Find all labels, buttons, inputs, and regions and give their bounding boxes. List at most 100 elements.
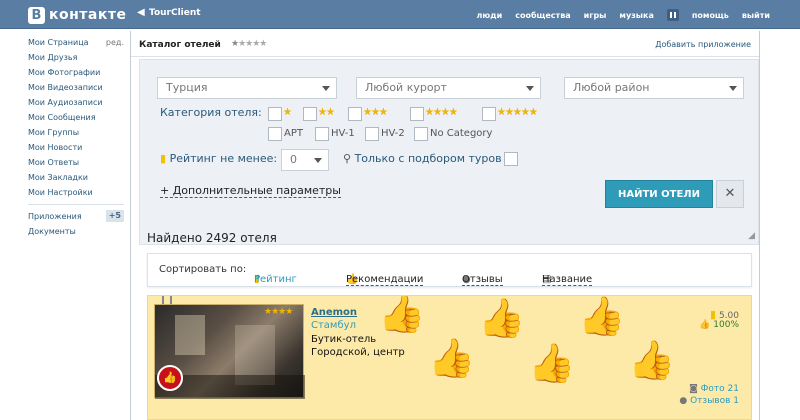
vk-logo-text: контакте [49,7,127,23]
sidebar-item-label: Мои Группы [28,128,80,137]
sidebar-item-label: Приложения [28,212,82,221]
speech-bubble-icon: ● [679,396,688,406]
star-icon: ★★★ [363,107,388,118]
sidebar-item-bookmarks[interactable]: Мои Закладки [28,170,124,185]
star-icon: ★★★★★ [497,107,538,118]
resort-select[interactable]: Любой курорт [356,77,541,99]
chevron-down-icon [729,86,737,91]
checkbox-hv2[interactable] [365,127,379,141]
chevron-down-icon [322,86,330,91]
sidebar-item-label: Мои Закладки [28,173,88,182]
sidebar-item-label: Мои Ответы [28,158,80,167]
sort-name-text: Название [542,274,593,286]
pause-icon[interactable] [666,9,679,21]
search-icon: ⚲ [343,152,352,165]
checkbox-4-stars[interactable] [410,107,424,121]
checkbox-5-stars[interactable] [482,107,496,121]
hotel-photo[interactable]: ★★★★ 👍 [154,304,305,399]
page-title: Каталог отелей [139,40,221,50]
sidebar-item-videos[interactable]: Мои Видеозаписи [28,80,124,95]
tours-only-label: ⚲ Только с подбором туров [343,152,502,165]
star-icon: ★★★★ [238,39,267,49]
sidebar-item-label: Мои Страница [28,38,89,47]
sort-rev-text: Отзывы [462,274,503,286]
sidebar-item-friends[interactable]: Мои Друзья [28,50,124,65]
hotel-area: Городской, центр [311,347,405,358]
sidebar-item-photos[interactable]: Мои Фотографии [28,65,124,80]
sidebar-item-news[interactable]: Мои Новости [28,140,124,155]
vk-logo[interactable]: В контакте [28,6,126,24]
sort-label: Сортировать по: [159,264,247,275]
star-icon: ★ [283,107,292,118]
camera-icon: ◙ [689,384,698,394]
star-icon: ★★★★ [425,107,458,118]
sidebar-item-answers[interactable]: Мои Ответы [28,155,124,170]
hotel-type: Бутик-отель [311,334,377,345]
sidebar-item-settings[interactable]: Мои Настройки [28,185,124,200]
sidebar-item-messages[interactable]: Мои Сообщения [28,110,124,125]
resize-corner-icon[interactable]: ◢ [748,231,755,241]
min-rating-select[interactable]: 0 [281,149,329,171]
sidebar-item-groups[interactable]: Мои Группы [28,125,124,140]
tours-only-text: Только с подбором туров [354,152,502,165]
sort-rec-text: Рекомендации [346,274,424,286]
hotel-city-link[interactable]: Стамбул [311,320,356,331]
sidebar-divider [28,204,124,205]
top-nav: люди сообщества игры музыка помощь выйти [477,9,770,21]
photos-text: Фото 21 [700,384,739,394]
hotel-photos-link[interactable]: ◙ Фото 21 [689,384,739,394]
close-filter-button[interactable]: ✕ [716,180,744,208]
app-title-link[interactable]: TourClient [149,8,201,18]
sidebar-item-label: Мои Аудиозаписи [28,98,103,107]
chevron-down-icon [314,158,322,163]
apps-count-badge: +5 [105,210,124,222]
nav-help[interactable]: помощь [692,11,729,20]
thumbs-up-icon: 👍 [699,320,711,330]
hotel-card[interactable]: 👍 👍 👍 👍 👍 👍 ★★★★ 👍 Anemon Стамбул Бутик-… [147,295,752,420]
thumbs-up-pattern-icon: 👍 [478,296,526,340]
app-rating-stars[interactable]: ★★★★★ [231,39,267,49]
nav-games[interactable]: игры [584,11,607,20]
select-value: Любой район [573,81,650,94]
nav-people[interactable]: люди [477,11,503,20]
hotel-reviews-link[interactable]: ● Отзывов 1 [679,396,739,406]
thumbs-up-pattern-icon: 👍 [428,336,476,380]
country-select[interactable]: Турция [157,77,337,99]
find-hotels-button[interactable]: НАЙТИ ОТЕЛИ [605,180,713,208]
sidebar-item-label: Мои Настройки [28,188,93,197]
sidebar-item-label: Мои Новости [28,143,83,152]
select-value: Турция [166,81,208,94]
sidebar-item-apps[interactable]: Приложения +5 [28,209,124,224]
min-rating-label: ▮ Рейтинг не менее: [160,152,277,165]
add-app-link[interactable]: Добавить приложение [655,40,751,49]
arrow-up-icon: ↑ [254,274,263,285]
checkbox-tours-only[interactable] [504,152,518,166]
back-arrow-icon[interactable]: ◀ [137,7,145,18]
sidebar-item-label: Мои Друзья [28,53,78,62]
edit-link[interactable]: ред. [106,35,124,50]
checkbox-apt[interactable] [268,127,282,141]
lamp-icon: ▮ [160,152,167,165]
checkbox-1-star[interactable] [268,107,282,121]
checkbox-hv1[interactable] [315,127,329,141]
sidebar-item-audio[interactable]: Мои Аудиозаписи [28,95,124,110]
sort-bar: Сортировать по: ▮ Рейтинг ↑ 👍 Рекомендац… [147,253,752,287]
reviews-text: Отзывов 1 [690,396,739,406]
checkbox-no-category[interactable] [414,127,428,141]
hotel-name-link[interactable]: Anemon [311,307,357,318]
vk-logo-icon: В [28,6,45,24]
district-select[interactable]: Любой район [564,77,744,99]
category-hv1-label: HV-1 [331,128,355,139]
nav-music[interactable]: музыка [619,11,653,20]
category-label: Категория отеля: [160,106,262,119]
nav-communities[interactable]: сообщества [515,11,570,20]
sidebar-item-documents[interactable]: Документы [28,224,124,239]
nav-logout[interactable]: выйти [742,11,770,20]
sidebar-item-my-page[interactable]: Мои Страница ред. [28,35,124,50]
thumbs-up-pattern-icon: 👍 [578,295,626,338]
filter-panel: Турция Любой курорт Любой район Категори… [139,59,759,245]
checkbox-3-stars[interactable] [348,107,362,121]
hotel-recommend-percent: 👍 100% [699,320,739,330]
checkbox-2-stars[interactable] [303,107,317,121]
more-params-link[interactable]: + Дополнительные параметры [160,184,341,198]
